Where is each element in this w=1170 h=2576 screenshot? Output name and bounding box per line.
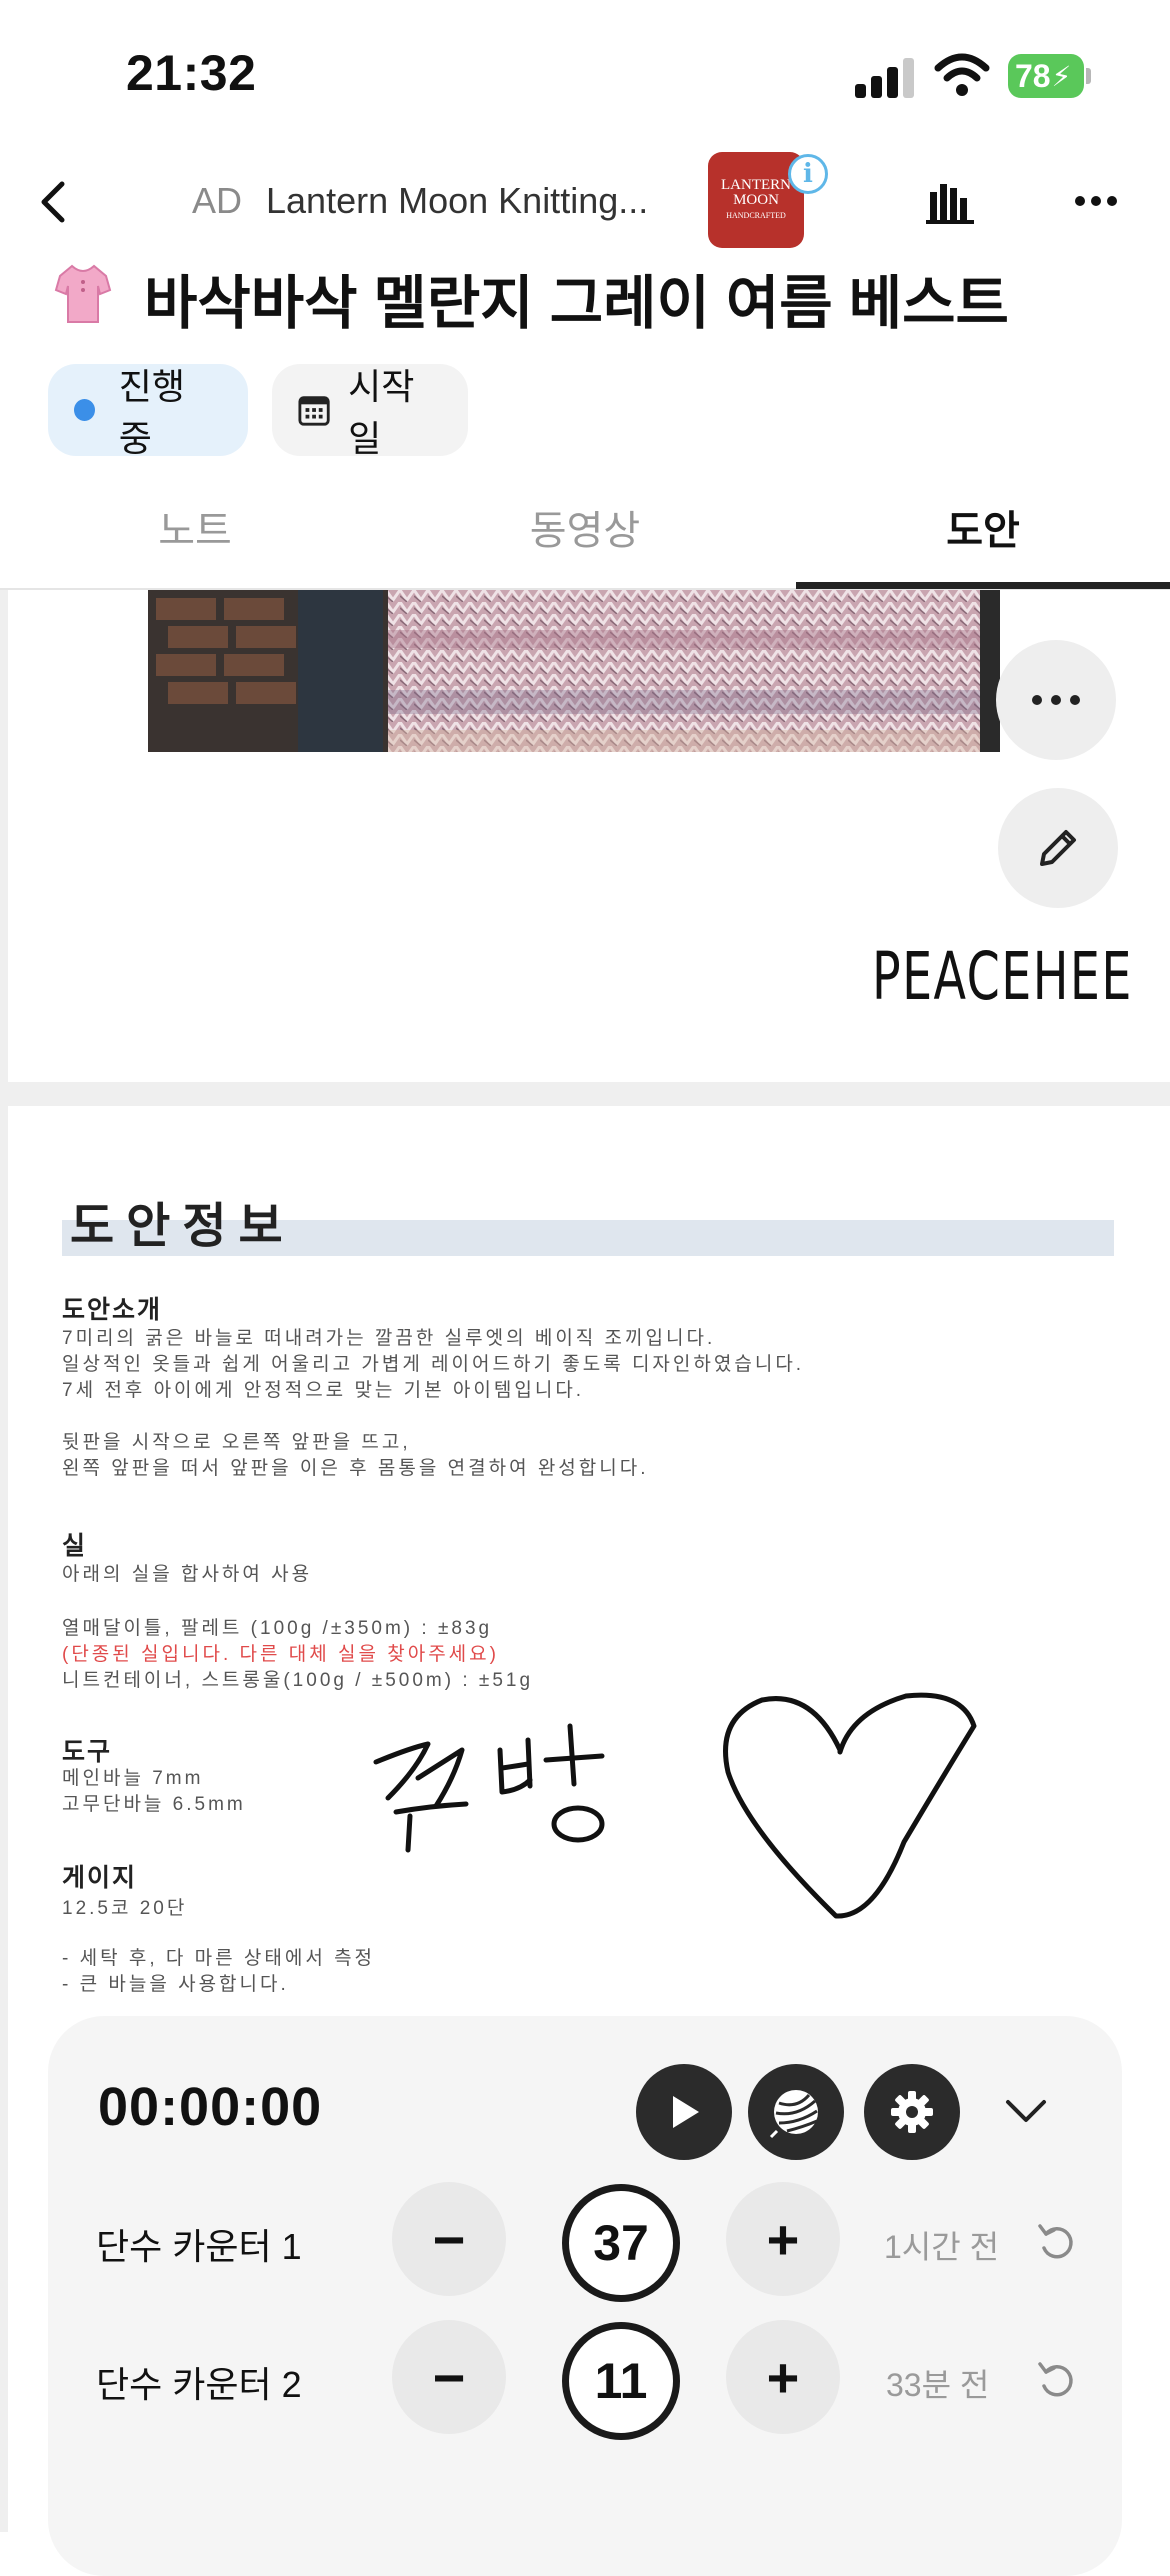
ad-label: AD [192,180,243,221]
bar-chart-icon[interactable] [926,178,974,226]
intro-line-2: 일상적인 옷들과 쉽게 어울리고 가볍게 레이어드하기 좋도록 디자인하였습니다… [62,1354,805,1375]
tools-heading: 도구 [62,1738,113,1766]
yarn-line-4: 니트컨테이너, 스트롱울(100g / ±500m) : ±51g [62,1670,534,1691]
start-date-chip-label: 시작일 [348,366,415,459]
content-border [0,590,8,2532]
ad-logo-line-1: LANTERN [721,176,791,193]
counter-1-updated: 1시간 전 [884,2229,1000,2265]
counter-2-label: 단수 카운터 2 [96,2364,302,2405]
counter-1-increment[interactable]: + [726,2182,840,2296]
edit-pattern-button[interactable] [998,788,1118,908]
tab-notes[interactable]: 노트 [0,498,390,556]
yarn-line-1: 아래의 실을 합사하여 사용 [62,1564,313,1585]
status-dot [74,399,95,421]
ad-info-icon[interactable]: i [788,154,828,194]
status-chip-label: 진행 중 [118,366,186,459]
yarn-heading: 실 [62,1532,88,1560]
counter-2-value: 11 [562,2322,680,2440]
ad-logo-line-2: MOON [733,191,779,208]
cellular-signal-icon [855,56,915,98]
gauge-heading: 게이지 [62,1864,138,1892]
tools-line-1: 메인바늘 7mm [62,1768,204,1789]
start-date-chip[interactable]: 시작일 [272,364,468,459]
gear-icon [891,2091,933,2133]
play-icon [673,2096,699,2128]
yarn-button[interactable] [748,2064,844,2160]
gauge-line-2: - 세탁 후, 다 마른 상태에서 측정 [62,1948,376,1969]
yarn-discontinued-note: (단종된 실입니다. 다른 대체 실을 찾아주세요) [62,1644,499,1665]
wifi-icon [934,53,990,96]
counter-1-reset-icon[interactable] [1034,2220,1078,2264]
ad-logo-line-3: HANDCRAFTED [726,210,786,220]
gauge-line-1: 12.5코 20단 [62,1898,188,1919]
tab-videos[interactable]: 동영상 [390,498,780,556]
ellipsis-icon [1032,695,1080,705]
yarn-line-2: 열매달이틀, 팔레트 (100g /±350m) : ±83g [62,1618,493,1639]
shirt-icon [54,264,112,323]
calendar-icon [298,396,330,426]
intro-line-5: 왼쪽 앞판을 떠서 앞판을 이은 후 몸통을 연결하여 완성합니다. [62,1458,649,1479]
pattern-more-button[interactable] [996,640,1116,760]
counter-1-value: 37 [562,2184,680,2302]
timer-display: 00:00:00 [98,2077,323,2137]
yarn-ball-icon [769,2090,818,2139]
intro-line-3: 7세 전후 아이에게 안정적으로 맞는 기본 아이템입니다. [62,1380,585,1401]
play-button[interactable] [636,2064,732,2160]
battery-tip [1086,68,1091,84]
page-title: 바삭바삭 멜란지 그레이 여름 베스트 [144,271,1009,336]
ad-title[interactable]: Lantern Moon Knitting... [266,180,648,222]
charging-bolt-icon: ⚡ [1051,60,1072,92]
more-options-icon[interactable] [1074,186,1118,216]
handwritten-annotation [373,1723,605,1853]
active-tab-indicator [796,582,1170,589]
counter-1-label: 단수 카운터 1 [96,2226,302,2267]
status-chip[interactable]: 진행 중 [48,364,248,459]
status-time: 21:32 [126,45,257,101]
chevron-left-icon [41,181,65,223]
back-button[interactable] [40,172,84,232]
tab-pattern[interactable]: 도안 [788,498,1170,556]
battery-level: 78 [1015,57,1051,94]
chevron-down-icon[interactable] [1002,2090,1050,2130]
heart-doodle [723,1692,977,1919]
tools-line-2: 고무단바늘 6.5mm [62,1794,246,1815]
knitted-vest-photo [148,590,1000,752]
counter-2-decrement[interactable]: − [392,2320,506,2434]
battery-indicator: 78 ⚡ [1008,54,1084,98]
gauge-line-3: - 큰 바늘을 사용합니다. [62,1974,289,1995]
section-separator [0,1082,1170,1106]
counter-1-decrement[interactable]: − [392,2182,506,2296]
intro-heading: 도안소개 [62,1296,163,1324]
counter-2-reset-icon[interactable] [1034,2358,1078,2402]
counter-2-updated: 33분 전 [886,2367,990,2403]
settings-button[interactable] [864,2064,960,2160]
counter-2-increment[interactable]: + [726,2320,840,2434]
designer-logo: PEACEHEE [872,938,1133,1015]
pencil-icon [1040,830,1076,866]
intro-line-1: 7미리의 굵은 바늘로 떠내려가는 깔끔한 실루엣의 베이직 조끼입니다. [62,1328,716,1349]
doc-title: 도안정보 [70,1200,295,1253]
intro-line-4: 뒷판을 시작으로 오른쪽 앞판을 뜨고, [62,1432,411,1453]
